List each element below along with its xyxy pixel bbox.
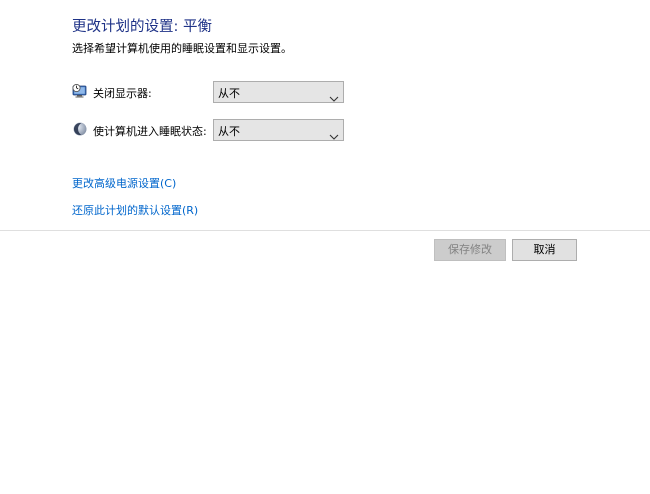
sleep-select-value: 从不 bbox=[218, 125, 240, 138]
chevron-down-icon bbox=[329, 88, 339, 102]
moon-icon bbox=[72, 121, 88, 137]
sleep-label: 使计算机进入睡眠状态: bbox=[93, 125, 207, 138]
display-off-setting: 关闭显示器: 从不 bbox=[72, 81, 352, 103]
monitor-clock-icon bbox=[72, 83, 88, 99]
page-subtitle: 选择希望计算机使用的睡眠设置和显示设置。 bbox=[72, 42, 292, 55]
sleep-select[interactable]: 从不 bbox=[213, 119, 344, 141]
page-title: 更改计划的设置: 平衡 bbox=[72, 19, 212, 35]
save-button[interactable]: 保存修改 bbox=[434, 239, 506, 261]
advanced-power-settings-link[interactable]: 更改高级电源设置(C) bbox=[72, 175, 176, 191]
restore-defaults-link[interactable]: 还原此计划的默认设置(R) bbox=[72, 202, 198, 218]
chevron-down-icon bbox=[329, 126, 339, 140]
cancel-button[interactable]: 取消 bbox=[512, 239, 577, 261]
display-off-select[interactable]: 从不 bbox=[213, 81, 344, 103]
display-off-select-value: 从不 bbox=[218, 87, 240, 100]
display-off-label: 关闭显示器: bbox=[93, 87, 152, 100]
sleep-setting: 使计算机进入睡眠状态: 从不 bbox=[72, 119, 352, 141]
divider bbox=[0, 230, 650, 231]
